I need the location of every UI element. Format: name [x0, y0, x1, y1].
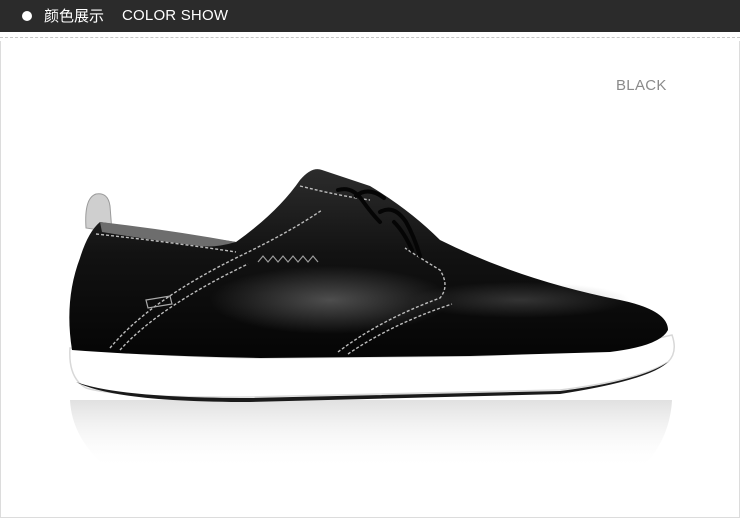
dashed-divider	[0, 37, 740, 38]
section-header: 颜色展示 COLOR SHOW	[0, 0, 740, 32]
black-leather-shoe-image	[69, 169, 675, 470]
section-title-cn: 颜色展示	[44, 7, 105, 25]
section-title-en: COLOR SHOW	[122, 7, 229, 24]
color-name-label: BLACK	[616, 77, 667, 94]
bullet-icon	[22, 11, 32, 21]
